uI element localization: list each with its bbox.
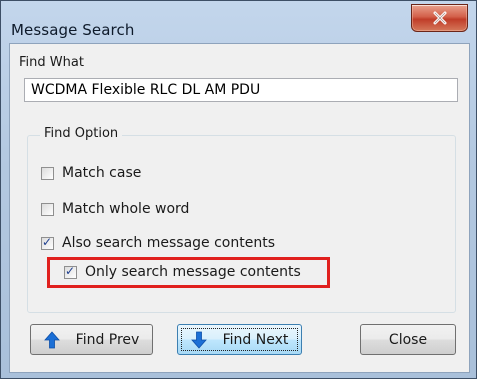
only-search-contents-checkbox[interactable] [64,264,77,279]
also-search-contents-checkbox[interactable] [41,235,54,250]
match-case-label: Match case [62,165,142,181]
find-option-title: Find Option [40,126,123,141]
dialog-body: Find What Find Option Match case Match w… [9,43,470,373]
match-case-checkbox[interactable] [41,166,54,180]
find-next-button[interactable]: Find Next [177,324,302,355]
close-label: Close [388,331,428,348]
match-case-option[interactable]: Match case [41,165,141,181]
find-prev-label: Find Prev [75,331,140,348]
also-search-contents-option[interactable]: Also search message contents [41,235,275,251]
window-title: Message Search [11,21,135,39]
message-search-dialog: Message Search Find What Find Option Mat… [0,0,477,379]
only-search-contents-label: Only search message contents [85,264,301,280]
window-close-button[interactable] [411,4,468,32]
title-bar[interactable]: Message Search [1,1,476,43]
find-what-label: Find What [19,55,84,70]
find-prev-button[interactable]: Find Prev [30,324,153,355]
match-whole-word-checkbox[interactable] [41,202,54,216]
match-whole-word-option[interactable]: Match whole word [41,201,189,217]
arrow-up-icon [43,330,60,349]
close-icon [433,11,446,25]
only-search-contents-option[interactable]: Only search message contents [64,264,301,280]
close-button[interactable]: Close [360,324,456,355]
focus-rectangle [181,328,298,351]
find-what-input[interactable] [24,78,458,102]
match-whole-word-label: Match whole word [62,201,190,217]
also-search-contents-label: Also search message contents [62,235,275,251]
